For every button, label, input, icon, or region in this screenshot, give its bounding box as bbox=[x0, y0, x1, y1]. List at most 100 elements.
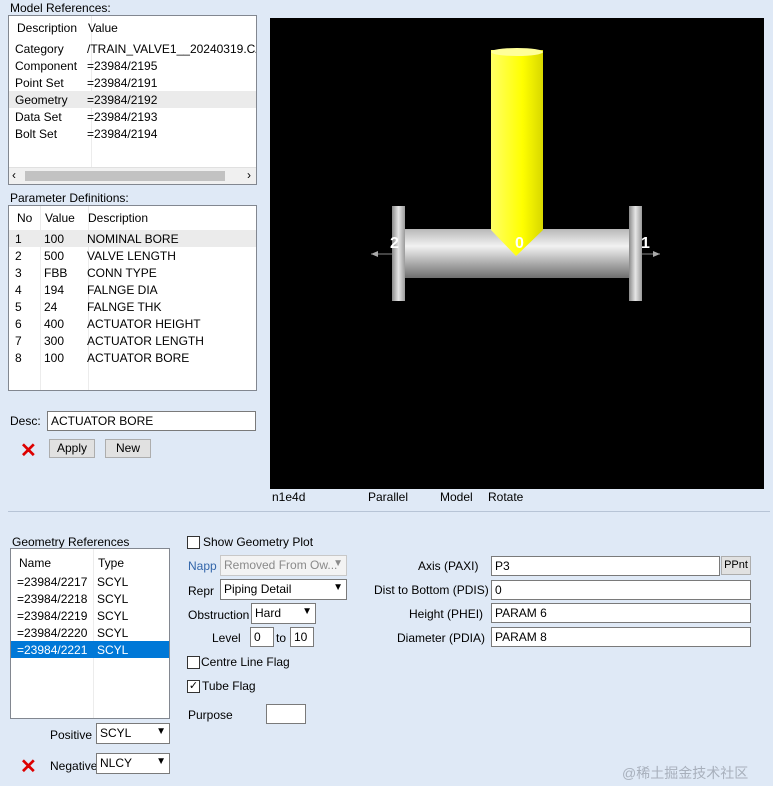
horizontal-scrollbar[interactable]: ‹ › bbox=[9, 167, 256, 184]
status-projection[interactable]: Parallel bbox=[368, 490, 408, 504]
table-row[interactable]: 5 24 FALNGE THK bbox=[9, 298, 256, 315]
scroll-right-icon[interactable]: › bbox=[247, 168, 251, 182]
axis-label: Axis (PAXI) bbox=[418, 559, 479, 573]
purpose-input[interactable] bbox=[266, 704, 306, 724]
chevron-down-icon: ▼ bbox=[333, 582, 343, 593]
row-name: =23984/2219 bbox=[17, 609, 88, 623]
table-row[interactable]: Category/TRAIN_VALVE1__20240319.CAT bbox=[9, 40, 256, 57]
status-action[interactable]: Rotate bbox=[488, 490, 523, 504]
level-to-input[interactable]: 10 bbox=[290, 627, 314, 647]
column-type[interactable]: Type bbox=[98, 556, 124, 570]
table-row[interactable]: 6 400 ACTUATOR HEIGHT bbox=[9, 315, 256, 332]
positive-select[interactable]: SCYL ▼ bbox=[96, 723, 170, 744]
status-mode[interactable]: Model bbox=[440, 490, 473, 504]
row-no: 7 bbox=[15, 334, 22, 348]
geometry-references-title: Geometry References bbox=[12, 535, 130, 549]
column-description[interactable]: Description bbox=[17, 21, 77, 35]
table-row[interactable]: =23984/2218 SCYL bbox=[11, 590, 169, 607]
column-no[interactable]: No bbox=[17, 211, 32, 225]
row-name: =23984/2217 bbox=[17, 575, 88, 589]
row-value: 24 bbox=[44, 300, 58, 314]
row-description: FALNGE DIA bbox=[87, 283, 158, 297]
parameter-definitions-header: No Value Description bbox=[9, 206, 256, 228]
level-from-input[interactable]: 0 bbox=[250, 627, 274, 647]
parameter-definitions-title: Parameter Definitions: bbox=[10, 191, 129, 205]
dist-input[interactable]: 0 bbox=[491, 580, 751, 600]
repr-select[interactable]: Piping Detail ▼ bbox=[220, 579, 347, 600]
divider bbox=[8, 511, 770, 512]
table-row[interactable]: Data Set =23984/2193 bbox=[9, 108, 256, 125]
row-description: ACTUATOR LENGTH bbox=[87, 334, 204, 348]
diameter-input[interactable]: PARAM 8 bbox=[491, 627, 751, 647]
valve-model: 2 0 1 bbox=[371, 48, 660, 301]
row-name: =23984/2218 bbox=[17, 592, 88, 606]
row-value: =23984/2195 bbox=[87, 59, 158, 73]
arrow-left-icon bbox=[371, 251, 378, 257]
row-value: 100 bbox=[44, 232, 65, 246]
table-row[interactable]: 1 100 NOMINAL BORE bbox=[9, 230, 256, 247]
row-value: /TRAIN_VALVE1__20240319.CAT bbox=[87, 42, 257, 56]
height-input[interactable]: PARAM 6 bbox=[491, 603, 751, 623]
row-value: =23984/2193 bbox=[87, 110, 158, 124]
table-row[interactable]: =23984/2220 SCYL bbox=[11, 624, 169, 641]
row-description: FALNGE THK bbox=[87, 300, 162, 314]
row-value: 300 bbox=[44, 334, 65, 348]
status-view-name: n1e4d bbox=[272, 490, 306, 504]
level-label: Level bbox=[212, 631, 241, 645]
model-references-list[interactable]: Description Value Category/TRAIN_VALVE1_… bbox=[8, 15, 257, 185]
table-row[interactable]: Geometry =23984/2192 bbox=[9, 91, 256, 108]
show-geometry-plot-label[interactable]: Show Geometry Plot bbox=[203, 535, 313, 549]
apply-button[interactable]: Apply bbox=[49, 439, 95, 458]
obstruction-select[interactable]: Hard ▼ bbox=[251, 603, 316, 624]
table-row[interactable]: 2 500 VALVE LENGTH bbox=[9, 247, 256, 264]
negative-select[interactable]: NLCY ▼ bbox=[96, 753, 170, 774]
show-geometry-plot-checkbox[interactable] bbox=[187, 536, 200, 549]
diameter-label: Diameter (PDIA) bbox=[397, 631, 486, 645]
dist-label: Dist to Bottom (PDIS) bbox=[374, 583, 489, 597]
table-row[interactable]: 4 194 FALNGE DIA bbox=[9, 281, 256, 298]
table-row[interactable]: Component =23984/2195 bbox=[9, 57, 256, 74]
axis-input[interactable]: P3 bbox=[491, 556, 720, 576]
table-row[interactable]: Point Set =23984/2191 bbox=[9, 74, 256, 91]
row-description: ACTUATOR BORE bbox=[87, 351, 190, 365]
row-type: SCYL bbox=[97, 626, 129, 640]
table-row[interactable]: =23984/2217 SCYL bbox=[11, 573, 169, 590]
delete-negative-icon[interactable]: ✕ bbox=[20, 757, 40, 777]
row-type: SCYL bbox=[97, 575, 129, 589]
tube-flag-label[interactable]: Tube Flag bbox=[202, 679, 256, 693]
table-row[interactable]: =23984/2221 SCYL bbox=[11, 641, 169, 658]
table-row[interactable]: 7 300 ACTUATOR LENGTH bbox=[9, 332, 256, 349]
row-type: SCYL bbox=[97, 592, 129, 606]
row-no: 6 bbox=[15, 317, 22, 331]
desc-input[interactable]: ACTUATOR BORE bbox=[47, 411, 256, 431]
row-description: Bolt Set bbox=[15, 127, 58, 141]
column-value[interactable]: Value bbox=[88, 21, 118, 35]
geometry-references-header: Name Type bbox=[11, 549, 169, 571]
actuator-top bbox=[491, 48, 543, 56]
geometry-references-list[interactable]: Name Type =23984/2217 SCYL =23984/2218 SCYL… bbox=[10, 548, 170, 719]
column-description[interactable]: Description bbox=[88, 211, 148, 225]
scroll-left-icon[interactable]: ‹ bbox=[12, 168, 16, 182]
point-label-2: 2 bbox=[390, 235, 399, 252]
table-row[interactable]: 8 100 ACTUATOR BORE bbox=[9, 349, 256, 366]
ppnt-button[interactable]: PPnt bbox=[721, 556, 751, 575]
row-type: SCYL bbox=[97, 643, 129, 657]
delete-icon[interactable]: ✕ bbox=[20, 441, 40, 461]
centre-line-flag-label[interactable]: Centre Line Flag bbox=[201, 655, 290, 669]
column-value[interactable]: Value bbox=[45, 211, 75, 225]
table-row[interactable]: Bolt Set =23984/2194 bbox=[9, 125, 256, 142]
row-value: 400 bbox=[44, 317, 65, 331]
desc-label: Desc: bbox=[10, 414, 41, 428]
table-row[interactable]: 3 FBB CONN TYPE bbox=[9, 264, 256, 281]
viewport-3d[interactable]: 2 0 1 bbox=[270, 18, 764, 489]
row-description: ACTUATOR HEIGHT bbox=[87, 317, 201, 331]
tube-flag-checkbox[interactable]: ✓ bbox=[187, 680, 200, 693]
flange-right bbox=[629, 206, 642, 301]
new-button[interactable]: New bbox=[105, 439, 151, 458]
scroll-thumb[interactable] bbox=[25, 171, 225, 181]
column-name[interactable]: Name bbox=[19, 556, 51, 570]
parameter-definitions-list[interactable]: No Value Description 1 100 NOMINAL BORE 2 50… bbox=[8, 205, 257, 391]
table-row[interactable]: =23984/2219 SCYL bbox=[11, 607, 169, 624]
row-no: 1 bbox=[15, 232, 22, 246]
centre-line-flag-checkbox[interactable] bbox=[187, 656, 200, 669]
